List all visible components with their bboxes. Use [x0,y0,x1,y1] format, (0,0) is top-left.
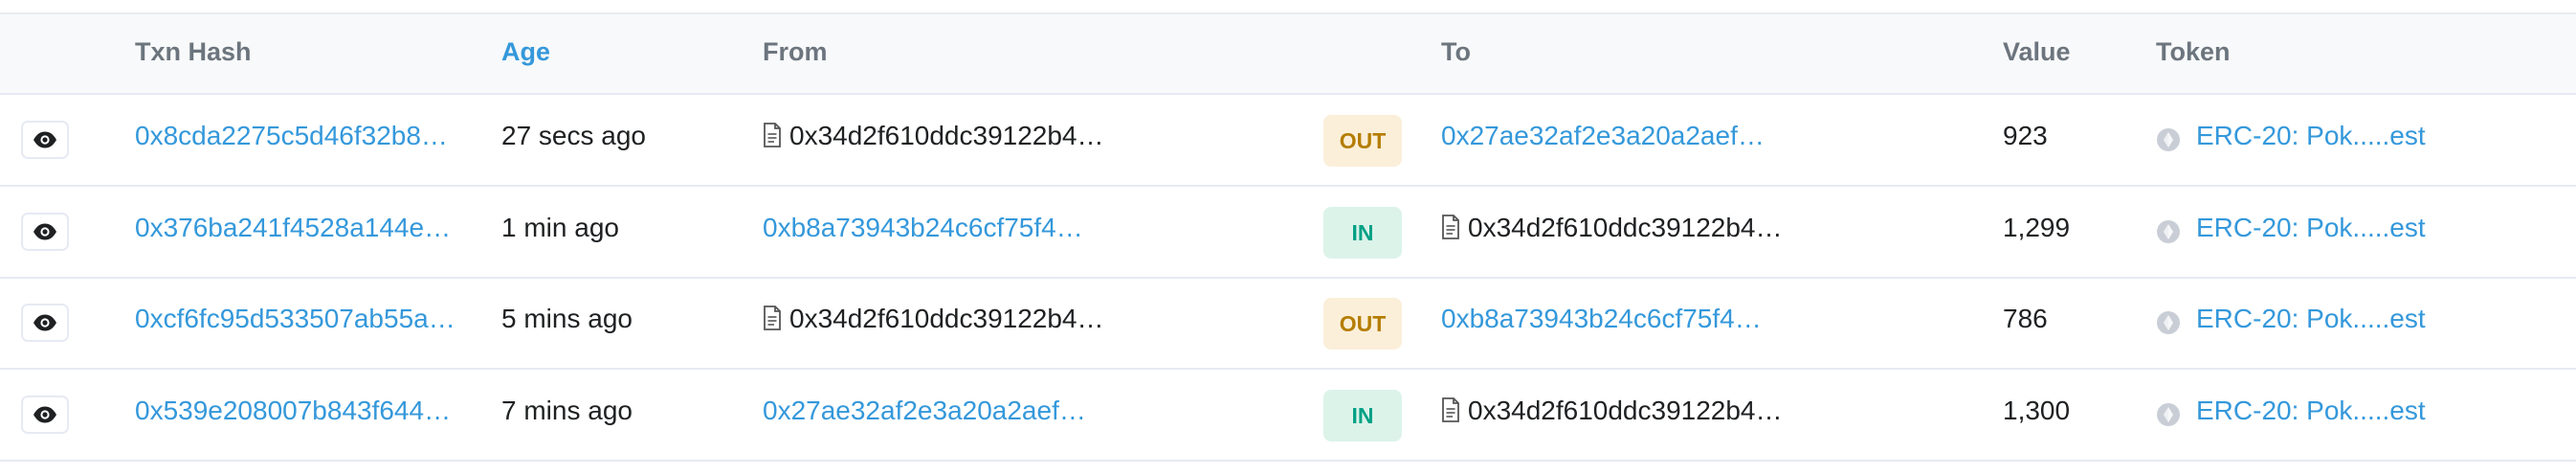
table-row: 0xcf6fc95d533507ab55a… 5 mins ago 0x34d2f6… [0,278,2576,370]
to-address-link[interactable]: 0xb8a73943b24c6cf75f4… [1441,303,1762,335]
to-address-text: 0x27ae32af2e3a20a2aef… [1441,121,1765,150]
token-link[interactable]: ERC-20: Pok.....est [2196,212,2426,244]
to-address-text: 0xb8a73943b24c6cf75f4… [1441,304,1762,333]
eye-icon [33,314,57,331]
view-details-button[interactable] [21,396,69,434]
direction-badge-in: IN [1323,390,1402,441]
transfer-value: 786 [2003,304,2048,333]
header-from: From [763,37,828,66]
direction-badge-out: OUT [1323,115,1402,167]
table-row: 0x539e208007b843f644… 7 mins ago 0x27ae32a… [0,370,2576,462]
eye-icon [33,131,57,148]
table-row: 0x376ba241f4528a144e… 1 min ago 0xb8a73943… [0,187,2576,279]
txn-age: 1 min ago [501,213,619,242]
token-link[interactable]: ERC-20: Pok.....est [2196,395,2426,427]
token-transfers-table: Txn Hash Age From To Value Token 0x8cda2… [0,0,2576,475]
token-logo-icon [2156,127,2181,152]
from-address-text: 0x27ae32af2e3a20a2aef… [763,396,1086,425]
view-details-button[interactable] [21,213,69,251]
transfer-value: 923 [2003,121,2048,150]
txn-hash-link[interactable]: 0xcf6fc95d533507ab55a… [135,303,455,335]
txn-age: 27 secs ago [501,121,646,150]
transfer-value: 1,299 [2003,213,2071,242]
to-address-link[interactable]: 0x27ae32af2e3a20a2aef… [1441,120,1765,152]
transfer-value: 1,300 [2003,396,2071,425]
to-address: 0x34d2f610ddc39122b4… [1441,212,1783,247]
txn-hash-link[interactable]: 0x376ba241f4528a144e… [135,212,451,244]
to-address-text: 0x34d2f610ddc39122b4… [1468,213,1783,242]
to-address-text: 0x34d2f610ddc39122b4… [1468,396,1783,425]
direction-badge-in: IN [1323,207,1402,259]
document-icon [1441,397,1460,430]
document-icon [763,123,782,155]
direction-badge-out: OUT [1323,298,1402,350]
from-address-link[interactable]: 0x27ae32af2e3a20a2aef… [763,395,1086,427]
token-logo-icon [2156,310,2181,335]
table-row: 0x8cda2275c5d46f32b8… 27 secs ago 0x34d2f6… [0,95,2576,187]
from-address: 0x34d2f610ddc39122b4… [763,303,1104,338]
from-address-link[interactable]: 0xb8a73943b24c6cf75f4… [763,212,1083,244]
from-address-text: 0xb8a73943b24c6cf75f4… [763,213,1083,242]
txn-hash-link[interactable]: 0x539e208007b843f644… [135,395,451,427]
header-token: Token [2156,37,2231,66]
token-link[interactable]: ERC-20: Pok.....est [2196,303,2426,335]
eye-icon [33,406,57,423]
document-icon [763,305,782,338]
token-link[interactable]: ERC-20: Pok.....est [2196,120,2426,152]
header-age-toggle[interactable]: Age [501,37,550,67]
txn-age: 7 mins ago [501,396,633,425]
to-address: 0x34d2f610ddc39122b4… [1441,395,1783,430]
table-header: Txn Hash Age From To Value Token [0,14,2576,95]
token-logo-icon [2156,402,2181,427]
header-value: Value [2003,37,2071,66]
txn-hash-link[interactable]: 0x8cda2275c5d46f32b8… [135,120,448,152]
view-details-button[interactable] [21,304,69,342]
from-address-text: 0x34d2f610ddc39122b4… [789,121,1104,150]
eye-icon [33,223,57,240]
header-txn-hash: Txn Hash [135,37,252,66]
token-logo-icon [2156,219,2181,244]
document-icon [1441,215,1460,247]
header-to: To [1441,37,1471,66]
from-address: 0x34d2f610ddc39122b4… [763,120,1104,155]
view-details-button[interactable] [21,121,69,159]
from-address-text: 0x34d2f610ddc39122b4… [789,304,1104,333]
txn-age: 5 mins ago [501,304,633,333]
